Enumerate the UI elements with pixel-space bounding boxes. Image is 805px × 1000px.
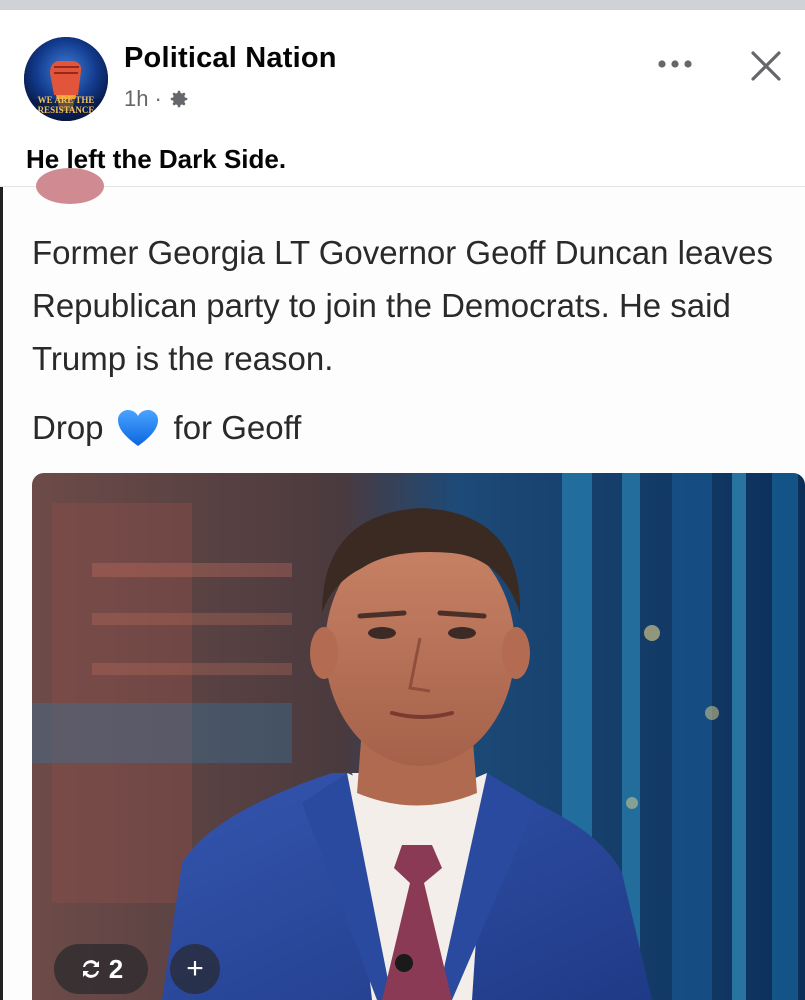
top-bar bbox=[0, 0, 805, 10]
drop-suffix: for Geoff bbox=[173, 409, 302, 446]
blue-heart-icon bbox=[117, 410, 158, 446]
meta-separator: · bbox=[154, 86, 162, 111]
repost-count: 2 bbox=[108, 953, 124, 984]
drop-prefix: Drop bbox=[32, 409, 104, 446]
close-button[interactable] bbox=[740, 40, 792, 92]
avatar-text-2: RESISTANCE bbox=[37, 105, 95, 115]
shared-avatar-partial bbox=[36, 168, 104, 204]
shared-post-text: Former Georgia LT Governor Geoff Duncan … bbox=[32, 234, 774, 377]
add-button[interactable]: + bbox=[170, 944, 220, 994]
shared-border bbox=[0, 187, 3, 1000]
avatar-text-1: WE ARE THE bbox=[37, 95, 95, 105]
repost-icon bbox=[82, 960, 99, 978]
add-label: + bbox=[186, 952, 204, 985]
post-time[interactable]: 1h bbox=[124, 86, 148, 112]
post-header: WE ARE THE RESISTANCE Political Nation 1… bbox=[0, 10, 805, 187]
man-in-suit-image bbox=[32, 473, 805, 1000]
drop-heart-line: Drop for Geoff bbox=[32, 402, 301, 454]
close-icon bbox=[751, 51, 781, 81]
news-photo[interactable] bbox=[32, 473, 805, 1000]
post-meta: 1h · bbox=[124, 84, 190, 114]
more-dots-icon bbox=[658, 60, 692, 68]
page-avatar[interactable]: WE ARE THE RESISTANCE bbox=[24, 37, 108, 121]
gear-icon[interactable] bbox=[168, 88, 190, 110]
page-name[interactable]: Political Nation bbox=[124, 42, 337, 75]
repost-count-button[interactable]: 2 bbox=[54, 944, 148, 994]
more-options-button[interactable] bbox=[652, 44, 698, 84]
